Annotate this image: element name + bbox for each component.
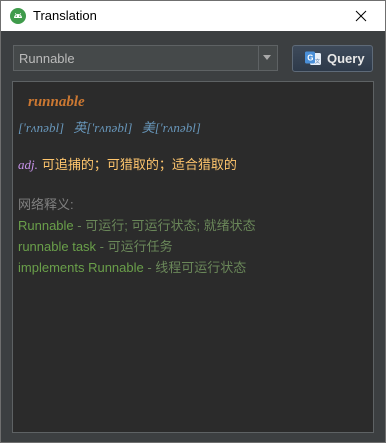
svg-text:G: G [307,53,313,62]
phonetic-uk: 英['rʌnəbl] [73,120,133,135]
phonetic-line: ['rʌnəbl] 英['rʌnəbl] 美['rʌnəbl] [18,117,201,136]
part-of-speech: adj. [18,157,38,172]
list-item: implements Runnable - 线程可运行状态 [18,260,247,275]
close-icon [355,10,367,22]
translation-result-panel: runnable ['rʌnəbl] 英['rʌnəbl] 美['rʌnəbl]… [12,81,374,433]
phonetic-default: ['rʌnəbl] [18,120,65,135]
phonetic-us: 美['rʌnəbl] [141,120,201,135]
result-word: runnable [28,94,85,110]
combo-separator [258,46,259,70]
chevron-down-icon[interactable] [262,54,272,62]
list-item: Runnable - 可运行; 可运行状态; 就绪状态 [18,218,256,233]
definition-line: adj. 可追捕的；可猎取的；适合猎取的 [18,154,237,173]
list-item: runnable task - 可运行任务 [18,239,173,254]
query-combobox[interactable]: Runnable [13,45,278,71]
android-icon [10,8,26,24]
query-button-label: Query [327,51,365,66]
title-bar: Translation [1,1,385,31]
window-title: Translation [33,8,97,23]
svg-text:文: 文 [315,58,320,65]
web-translations-title: 网络释义: [18,197,74,212]
translation-window: Translation Runnable G 文 Query runnable … [0,0,386,443]
definition-meaning: 可追捕的；可猎取的；适合猎取的 [41,157,237,172]
close-button[interactable] [341,1,381,31]
query-input[interactable]: Runnable [19,51,75,66]
translate-icon: G 文 [305,51,321,65]
web-translations-list: Runnable - 可运行; 可运行状态; 就绪状态 runnable tas… [18,215,256,278]
query-button[interactable]: G 文 Query [292,45,373,72]
